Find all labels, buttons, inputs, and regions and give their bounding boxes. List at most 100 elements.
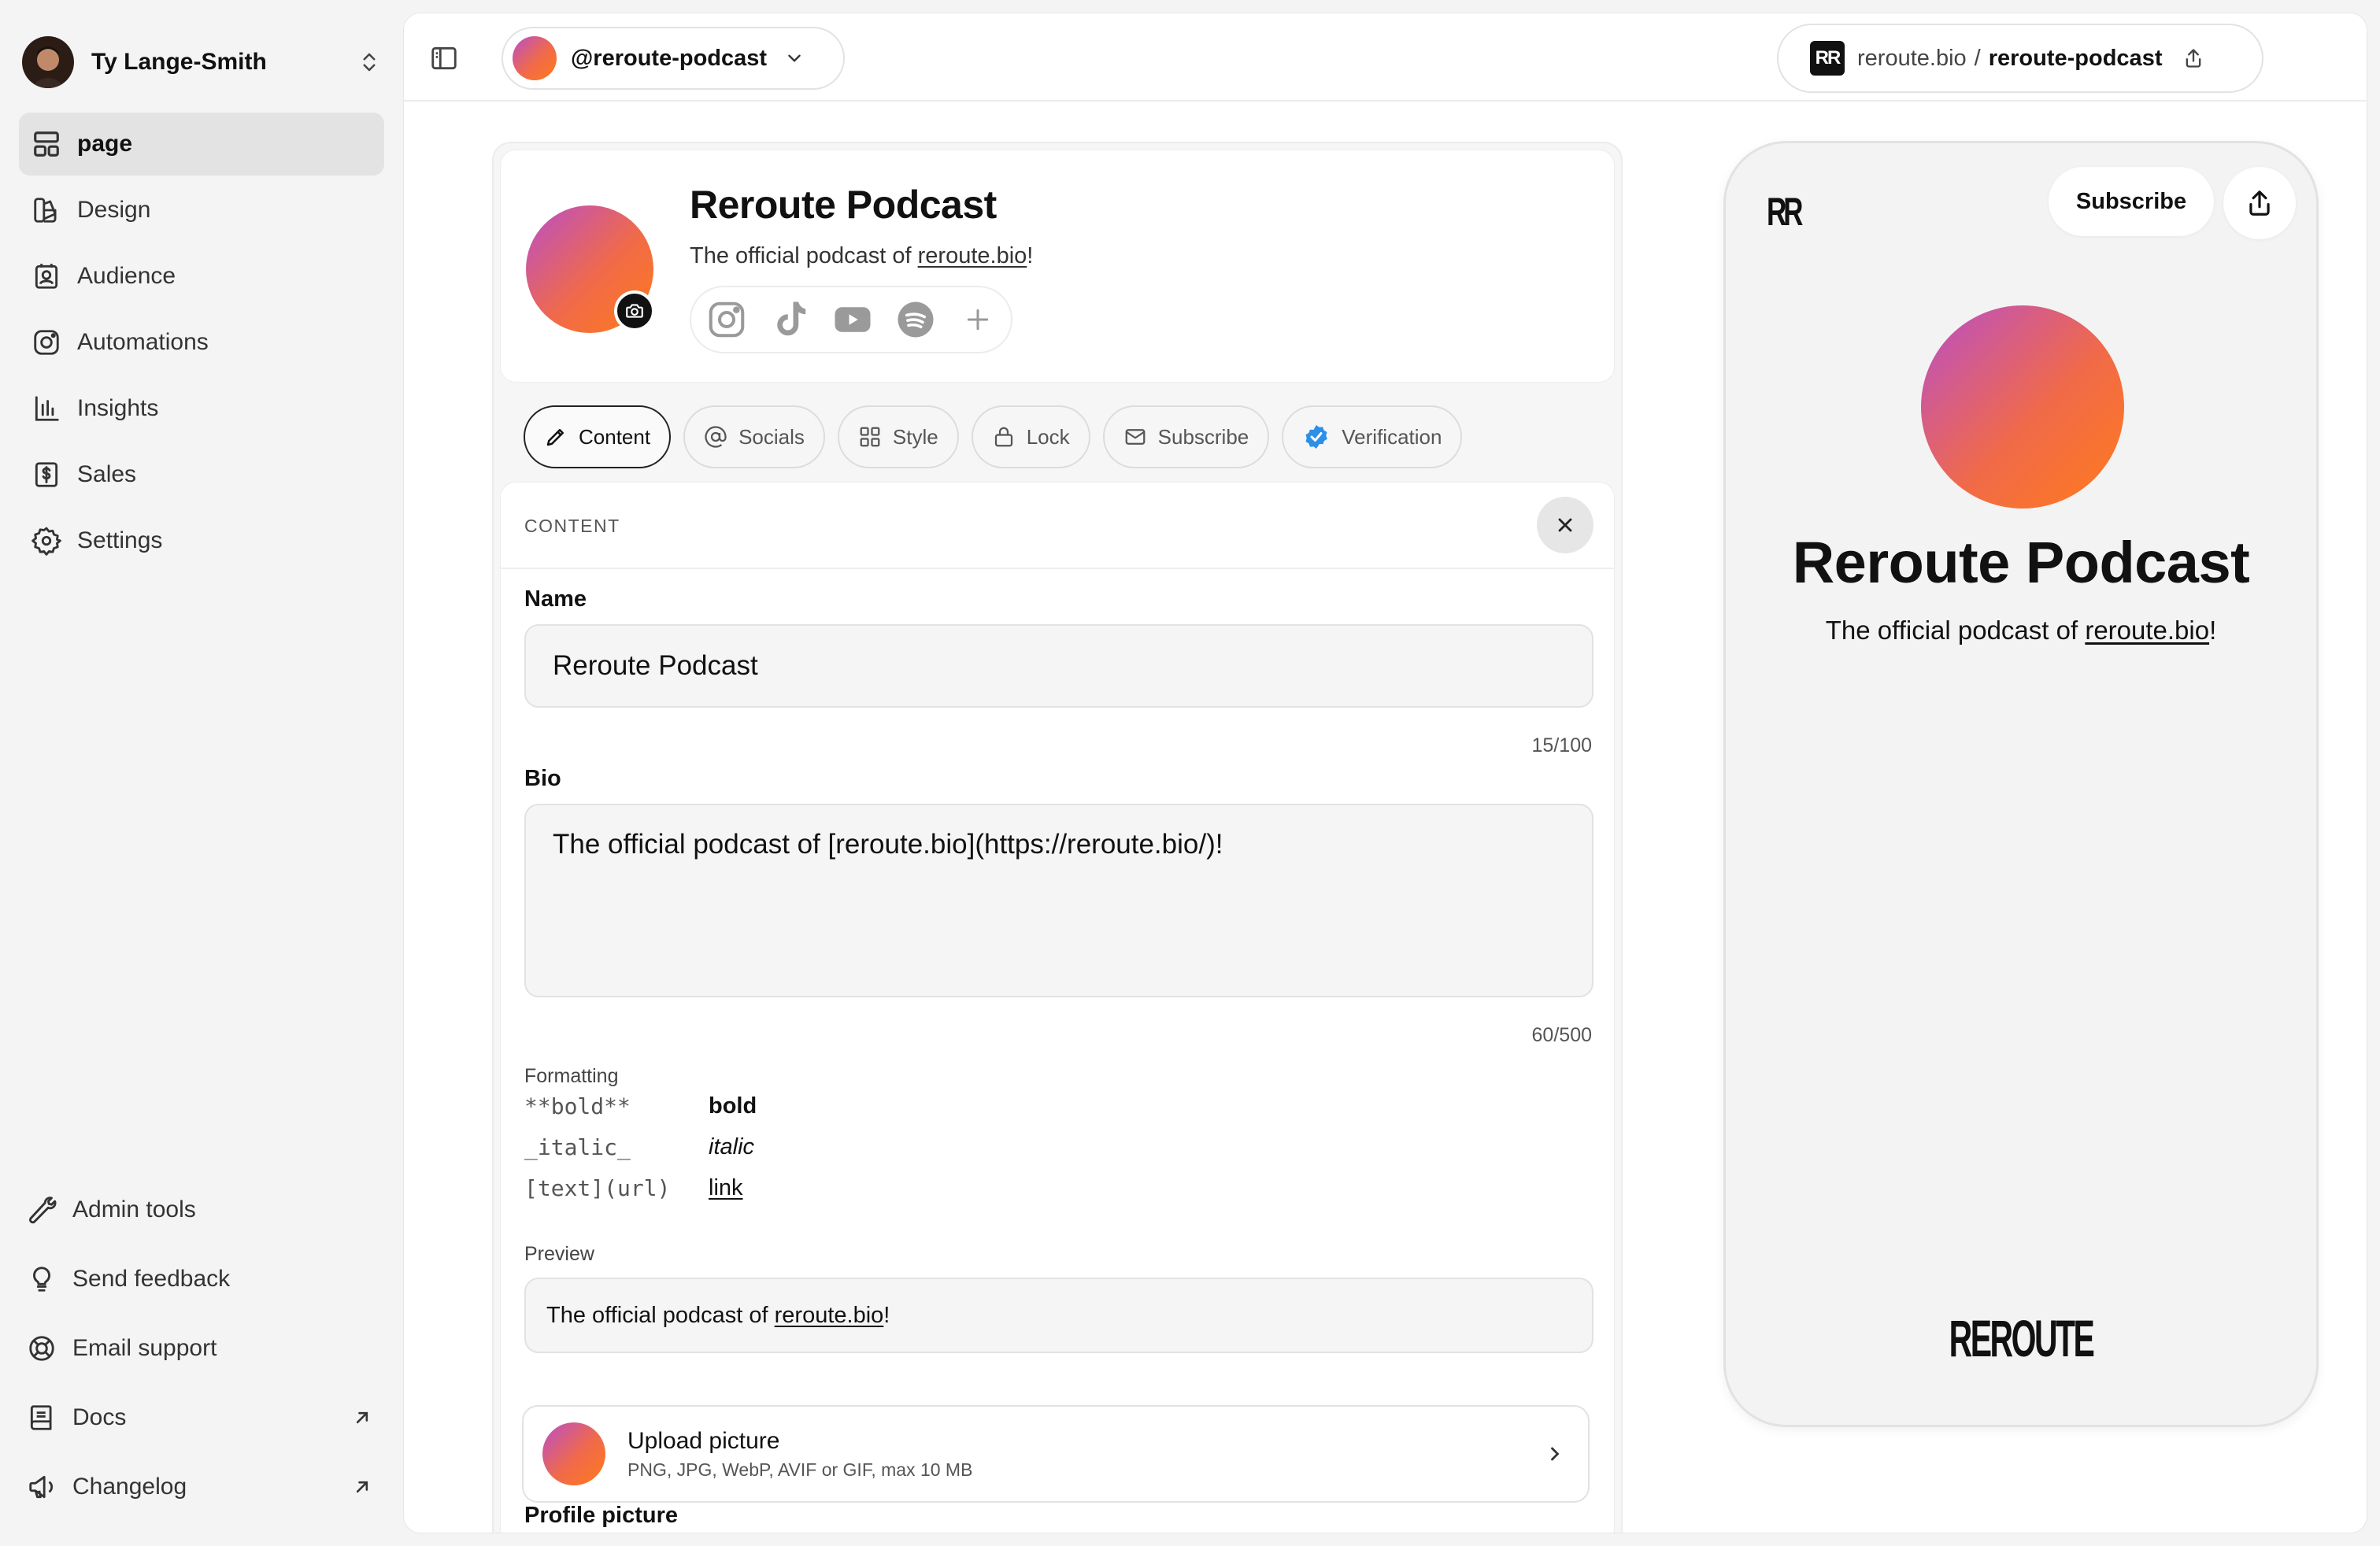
upload-subtitle: PNG, JPG, WebP, AVIF or GIF, max 10 MB: [627, 1459, 973, 1480]
format-code: **bold**: [524, 1093, 631, 1119]
sidebar-bottom-nav: Admin tools Send feedback Email support …: [19, 1177, 384, 1523]
sidebar-item-label: Design: [77, 197, 151, 223]
external-link-icon: [356, 1481, 368, 1493]
sidebar-item-docs[interactable]: Docs: [19, 1385, 384, 1451]
tab-label: Style: [892, 424, 938, 449]
sidebar-item-label: Send feedback: [72, 1266, 231, 1292]
sidebar-item-label: Sales: [77, 461, 137, 487]
tiktok-icon[interactable]: [768, 298, 811, 341]
picture-thumbnail: [542, 1422, 605, 1485]
share-icon: [2186, 49, 2201, 68]
megaphone-icon: [29, 1475, 54, 1499]
instagram-icon[interactable]: [705, 298, 748, 341]
phone-bio-text: The official podcast of: [1825, 616, 2086, 645]
reroute-wordmark: REROUTE: [1949, 1309, 2095, 1367]
profile-header-card: Reroute Podcast The official podcast of …: [500, 150, 1615, 383]
tab-lock[interactable]: Lock: [971, 405, 1090, 468]
editor-tabs: Content Socials Style Lock Subscribe Ver…: [524, 405, 1463, 468]
name-label: Name: [524, 586, 587, 612]
tab-label: Content: [579, 424, 651, 449]
bio-textarea[interactable]: The official podcast of [reroute.bio](ht…: [524, 804, 1593, 997]
sidebar-item-audience[interactable]: Audience: [19, 245, 384, 308]
phone-share-button[interactable]: [2223, 167, 2296, 239]
bio-suffix: !: [1027, 243, 1034, 268]
public-url-button[interactable]: RR reroute.bio / reroute-podcast: [1777, 24, 2263, 93]
sidebar-item-label: Settings: [77, 527, 163, 553]
share-icon: [2249, 190, 2270, 216]
sidebar-item-label: Admin tools: [72, 1196, 196, 1222]
upload-picture-button[interactable]: Upload picture PNG, JPG, WebP, AVIF or G…: [522, 1405, 1590, 1503]
tab-socials[interactable]: Socials: [683, 405, 825, 468]
sidebar-item-email-support[interactable]: Email support: [19, 1315, 384, 1381]
chevron-down-icon: [788, 54, 801, 62]
preview-text: The official podcast of: [546, 1302, 775, 1328]
formatting-label: Formatting: [524, 1065, 619, 1087]
upload-title: Upload picture: [627, 1427, 780, 1454]
youtube-icon[interactable]: [831, 298, 874, 341]
bio-preview: The official podcast of reroute.bio!: [524, 1278, 1593, 1353]
top-bar: @reroute-podcast RR reroute.bio / rerout…: [404, 13, 2367, 102]
sidebar-toggle-icon[interactable]: [429, 43, 459, 73]
url-domain: reroute.bio: [1857, 45, 1967, 71]
sidebar-item-automations[interactable]: Automations: [19, 311, 384, 374]
reroute-logo: RR: [1810, 41, 1845, 76]
sidebar-item-admin-tools[interactable]: Admin tools: [19, 1177, 384, 1243]
sidebar-item-insights[interactable]: Insights: [19, 377, 384, 440]
change-photo-button[interactable]: [614, 290, 655, 331]
account-switcher[interactable]: Ty Lange-Smith: [22, 35, 381, 90]
tab-verification[interactable]: Verification: [1282, 405, 1463, 468]
contact-icon: [35, 264, 58, 289]
profile-picture-label: Profile picture: [524, 1503, 678, 1528]
section-label: CONTENT: [524, 516, 620, 536]
tab-label: Socials: [738, 424, 805, 449]
close-button[interactable]: [1537, 497, 1593, 553]
sidebar-item-sales[interactable]: Sales: [19, 443, 384, 506]
page-selector[interactable]: @reroute-podcast: [502, 27, 845, 90]
preview-link[interactable]: reroute.bio: [775, 1303, 884, 1329]
formatting-row: **bold** bold: [524, 1090, 757, 1122]
lifebuoy-icon: [29, 1336, 54, 1361]
phone-subscribe-button[interactable]: Subscribe: [2049, 167, 2214, 236]
chevron-right-icon: [1551, 1447, 1560, 1461]
add-social-icon[interactable]: [962, 304, 994, 335]
tab-style[interactable]: Style: [837, 405, 959, 468]
spotify-icon[interactable]: [894, 298, 937, 341]
sidebar-item-changelog[interactable]: Changelog: [19, 1454, 384, 1520]
formatting-row: _italic_ italic: [524, 1131, 754, 1163]
tab-label: Subscribe: [1157, 424, 1249, 449]
sidebar-item-label: Insights: [77, 395, 159, 421]
pencil-icon: [546, 429, 564, 446]
bio-link[interactable]: reroute.bio: [918, 243, 1027, 268]
preview-suffix: !: [883, 1302, 890, 1328]
sidebar-item-send-feedback[interactable]: Send feedback: [19, 1246, 384, 1312]
sidebar-item-design[interactable]: Design: [19, 179, 384, 242]
sidebar: Ty Lange-Smith page Design Audience Auto…: [0, 0, 400, 1546]
instagram-icon: [34, 330, 59, 355]
verified-badge-icon: [1305, 425, 1328, 449]
close-icon: [1558, 518, 1572, 532]
formatting-row: [text](url) link: [524, 1172, 743, 1204]
phone-logo: RR: [1767, 190, 1803, 234]
bar-chart-icon: [35, 396, 59, 421]
palette-icon: [34, 198, 57, 223]
book-icon: [30, 1405, 52, 1430]
sidebar-item-label: Automations: [77, 329, 209, 355]
bio-label: Bio: [524, 766, 561, 791]
format-code: [text](url): [524, 1174, 671, 1201]
tab-label: Lock: [1026, 424, 1070, 449]
tab-subscribe[interactable]: Subscribe: [1102, 405, 1270, 468]
profile-bio: The official podcast of reroute.bio!: [690, 243, 1033, 269]
sidebar-item-page[interactable]: page: [19, 113, 384, 176]
phone-bio-link[interactable]: reroute.bio: [2085, 616, 2209, 645]
page-editor: Reroute Podcast The official podcast of …: [492, 142, 1623, 1533]
sidebar-item-label: Email support: [72, 1335, 217, 1361]
format-code: _italic_: [524, 1134, 631, 1160]
page-avatar: [513, 36, 557, 80]
user-name: Ty Lange-Smith: [91, 49, 267, 75]
content-panel: CONTENT Name Reroute Podcast 15/100 Bio …: [500, 482, 1615, 1533]
phone-title: Reroute Podcast: [1792, 530, 2250, 595]
at-sign-icon: [705, 426, 727, 448]
name-input[interactable]: Reroute Podcast: [524, 624, 1593, 708]
tab-content[interactable]: Content: [524, 405, 672, 468]
sidebar-item-settings[interactable]: Settings: [19, 509, 384, 572]
